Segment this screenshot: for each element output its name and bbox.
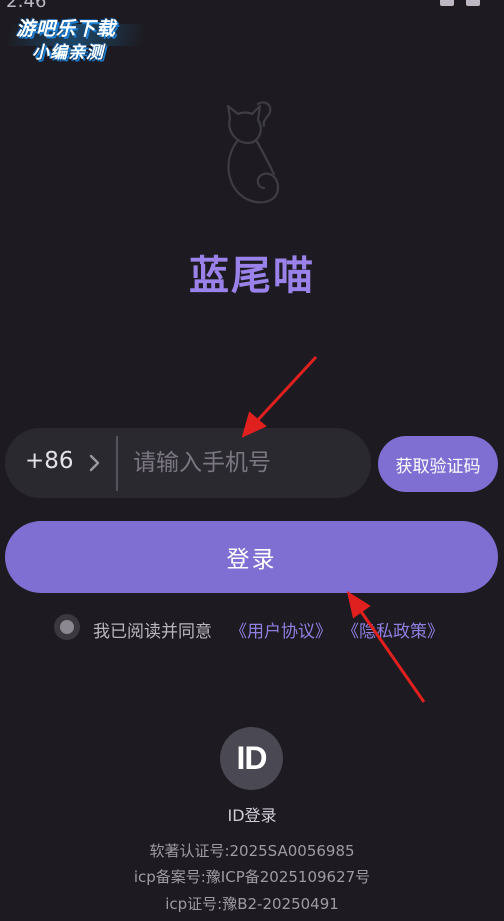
cat-outline-icon xyxy=(226,101,280,204)
phone-input[interactable] xyxy=(133,442,358,484)
get-code-button[interactable]: 获取验证码 xyxy=(378,436,498,492)
software-cert-text: 软著认证号:2025SA0056985 xyxy=(149,842,355,860)
login-button[interactable]: 登录 xyxy=(5,521,498,593)
agreement-checkbox-dot xyxy=(60,620,74,634)
status-bar: 2:46 xyxy=(0,0,504,12)
watermark-line1: 游吧乐下载 xyxy=(16,18,117,40)
watermark-line2: 小编亲测 xyxy=(32,43,104,63)
country-code-selector[interactable]: +86 xyxy=(25,448,74,474)
privacy-policy-link[interactable]: 《隐私政策》 xyxy=(342,617,444,642)
agreement-text: 我已阅读并同意 xyxy=(93,622,212,642)
watermark: 游吧乐下载 小编亲测 xyxy=(5,12,147,63)
status-time: 2:46 xyxy=(6,0,47,12)
battery-icon xyxy=(466,0,480,6)
annotation-arrow-phone xyxy=(241,355,318,438)
id-login-label: ID登录 xyxy=(227,806,277,825)
icp-record-text: icp备案号:豫ICP备2025109627号 xyxy=(133,868,371,886)
id-icon: ID xyxy=(236,740,268,776)
phone-field: +86 xyxy=(5,428,371,498)
agreement-checkbox[interactable] xyxy=(54,614,80,640)
annotation-arrow-login xyxy=(346,590,426,703)
signal-icon xyxy=(440,0,454,6)
status-icons xyxy=(440,0,480,6)
app-title: 蓝尾喵 xyxy=(189,253,315,299)
field-divider xyxy=(116,436,118,491)
chevron-right-icon[interactable] xyxy=(83,452,105,474)
id-login-button[interactable]: ID xyxy=(220,727,283,790)
agreement-row: 我已阅读并同意 《用户协议》 《隐私政策》 xyxy=(54,612,494,642)
user-agreement-link[interactable]: 《用户协议》 xyxy=(230,617,332,642)
icp-license-text: icp证号:豫B2-20250491 xyxy=(165,895,339,913)
